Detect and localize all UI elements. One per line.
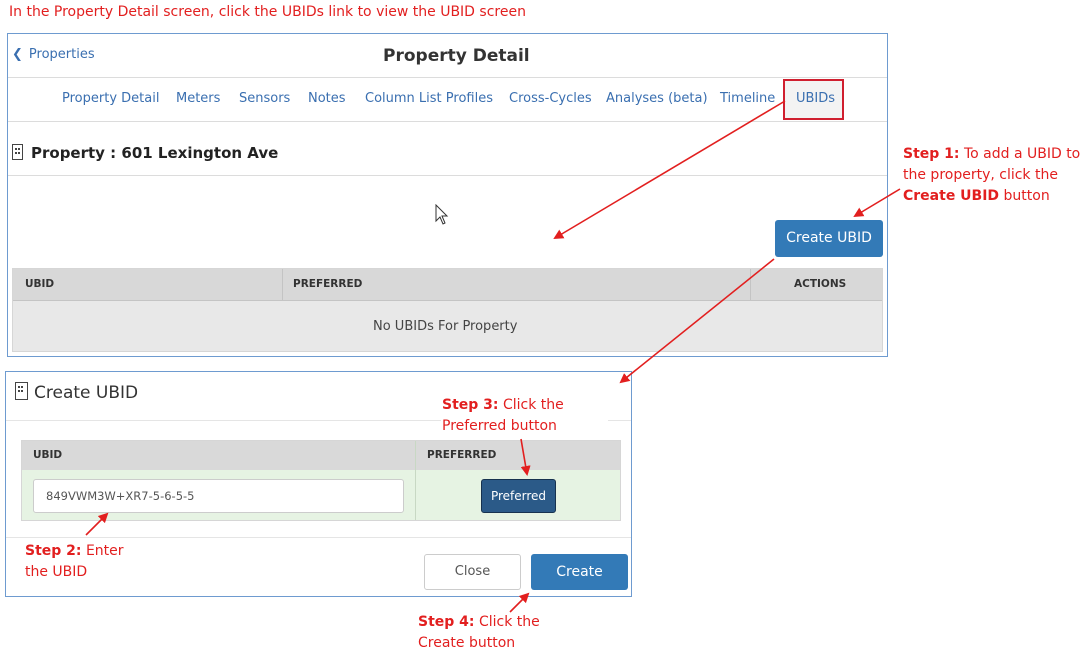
arrow-icon (553, 100, 786, 240)
arrow-icon (619, 258, 775, 384)
arrow-icon (520, 438, 531, 476)
annotation-arrows (85, 100, 901, 613)
arrow-icon (85, 512, 109, 536)
arrow-icon (853, 188, 901, 218)
arrow-icon (509, 592, 530, 613)
